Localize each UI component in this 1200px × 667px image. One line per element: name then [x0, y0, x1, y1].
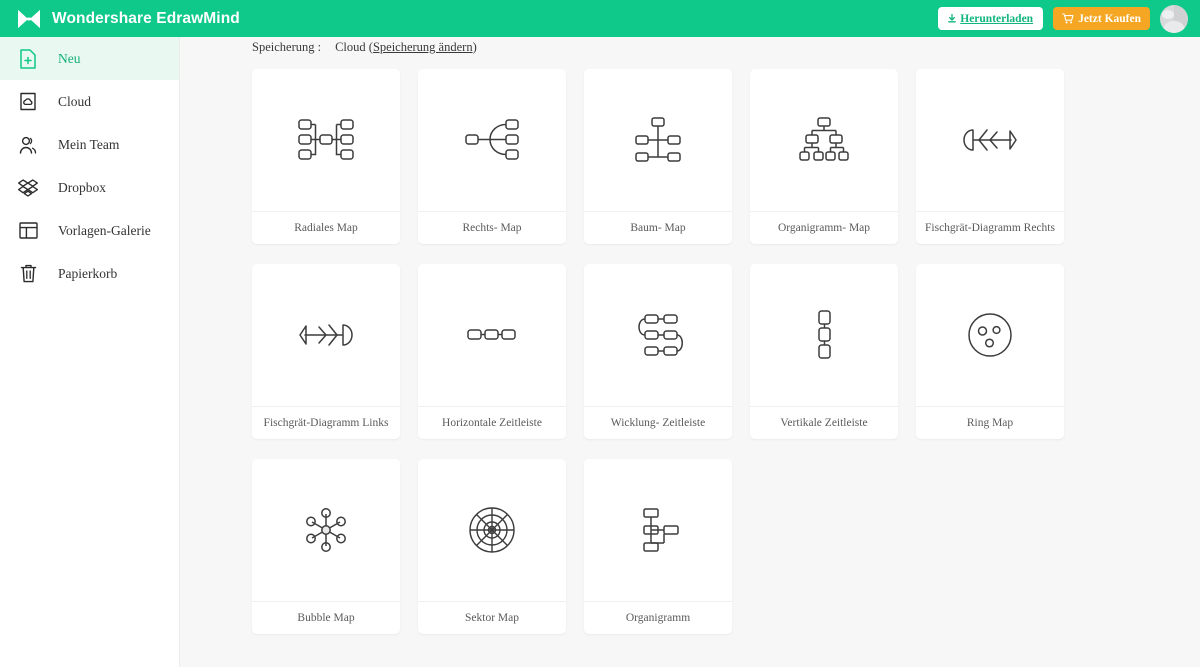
template-card[interactable]: Ring Map — [916, 264, 1064, 439]
right-map-icon — [418, 69, 566, 212]
cloud-document-icon — [17, 91, 39, 113]
sidebar-item-label: Mein Team — [58, 136, 120, 152]
sector-map-icon — [418, 459, 566, 602]
brand-name: Wondershare EdrawMind — [52, 9, 240, 27]
fishbone-right-icon — [916, 69, 1064, 212]
new-document-icon — [17, 48, 39, 70]
template-card-label: Fischgrät-Diagramm Links — [263, 417, 389, 429]
template-card[interactable]: Sektor Map — [418, 459, 566, 634]
brand: Wondershare EdrawMind — [17, 8, 240, 30]
download-button[interactable]: Herunterladen — [938, 7, 1044, 30]
sidebar-item-label: Vorlagen-Galerie — [58, 222, 151, 238]
buy-now-button[interactable]: Jetzt Kaufen — [1053, 7, 1150, 30]
change-storage-link[interactable]: Speicherung ändern — [373, 40, 473, 55]
template-card[interactable]: Horizontale Zeitleiste — [418, 264, 566, 439]
template-card-label: Organigramm — [625, 612, 691, 624]
sidebar: Neu Cloud Mein Team Dropbox Vorlagen-Gal… — [0, 37, 180, 667]
template-card-label: Bubble Map — [297, 612, 355, 624]
tree-map-icon — [584, 69, 732, 212]
template-card-label: Rechts- Map — [462, 222, 522, 234]
sidebar-item-label: Cloud — [58, 93, 92, 109]
user-avatar[interactable] — [1160, 4, 1188, 33]
template-card-label: Vertikale Zeitleiste — [780, 417, 868, 429]
vertical-timeline-icon — [750, 264, 898, 407]
template-card[interactable]: Organigramm- Map — [750, 69, 898, 244]
sidebar-item-label: Neu — [58, 50, 81, 66]
download-button-label: Herunterladen — [960, 12, 1034, 25]
template-card[interactable]: Bubble Map — [252, 459, 400, 634]
horizontal-timeline-icon — [418, 264, 566, 407]
template-card[interactable]: Fischgrät-Diagramm Links — [252, 264, 400, 439]
sidebar-item-dropbox[interactable]: Dropbox — [0, 166, 179, 209]
template-card-label: Sektor Map — [465, 612, 519, 624]
radial-map-icon — [252, 69, 400, 212]
template-card-label: Baum- Map — [630, 222, 686, 234]
sidebar-item-papierkorb[interactable]: Papierkorb — [0, 252, 179, 295]
winding-timeline-icon — [584, 264, 732, 407]
template-card-label: Organigramm- Map — [777, 222, 871, 234]
sidebar-item-label: Dropbox — [58, 179, 106, 195]
dropbox-icon — [17, 177, 39, 199]
template-card-label: Radiales Map — [294, 222, 358, 234]
template-card-label: Ring Map — [966, 417, 1014, 429]
template-card[interactable]: Vertikale Zeitleiste — [750, 264, 898, 439]
bowtie-logo-icon — [17, 8, 41, 30]
template-grid: Radiales Map Rechts- Map Baum- Map Organ… — [180, 64, 1200, 634]
sidebar-item-vorlagen-galerie[interactable]: Vorlagen-Galerie — [0, 209, 179, 252]
topbar-actions: Herunterladen Jetzt Kaufen — [938, 4, 1188, 33]
download-icon — [948, 14, 957, 23]
ring-map-icon — [916, 264, 1064, 407]
org-chart-map-icon — [750, 69, 898, 212]
sidebar-item-cloud[interactable]: Cloud — [0, 80, 179, 123]
avatar-head — [1162, 9, 1174, 19]
fishbone-left-icon — [252, 264, 400, 407]
bubble-map-icon — [252, 459, 400, 602]
top-bar: Wondershare EdrawMind Herunterladen Jetz… — [0, 0, 1200, 37]
template-card[interactable]: Baum- Map — [584, 69, 732, 244]
template-card-label: Wicklung- Zeitleiste — [610, 417, 706, 429]
sidebar-item-mein-team[interactable]: Mein Team — [0, 123, 179, 166]
storage-info: Speicherung : Cloud ( Speicherung ändern… — [180, 37, 1200, 64]
buy-now-button-label: Jetzt Kaufen — [1078, 12, 1141, 25]
main-content: Speicherung : Cloud ( Speicherung ändern… — [180, 37, 1200, 667]
org-chart-icon — [584, 459, 732, 602]
template-card[interactable]: Radiales Map — [252, 69, 400, 244]
trash-icon — [17, 263, 39, 285]
template-card[interactable]: Wicklung- Zeitleiste — [584, 264, 732, 439]
template-card[interactable]: Organigramm — [584, 459, 732, 634]
storage-value: Cloud ( — [335, 40, 373, 54]
template-card[interactable]: Fischgrät-Diagramm Rechts — [916, 69, 1064, 244]
sidebar-item-neu[interactable]: Neu — [0, 37, 179, 80]
storage-suffix: ) — [472, 40, 477, 54]
sidebar-item-label: Papierkorb — [58, 265, 118, 281]
shopping-cart-icon — [1062, 13, 1074, 24]
storage-label: Speicherung : — [252, 40, 322, 54]
template-card-label: Horizontale Zeitleiste — [442, 417, 542, 429]
template-card-label: Fischgrät-Diagramm Rechts — [925, 222, 1055, 234]
template-card[interactable]: Rechts- Map — [418, 69, 566, 244]
team-icon — [17, 134, 39, 156]
template-gallery-icon — [17, 220, 39, 242]
